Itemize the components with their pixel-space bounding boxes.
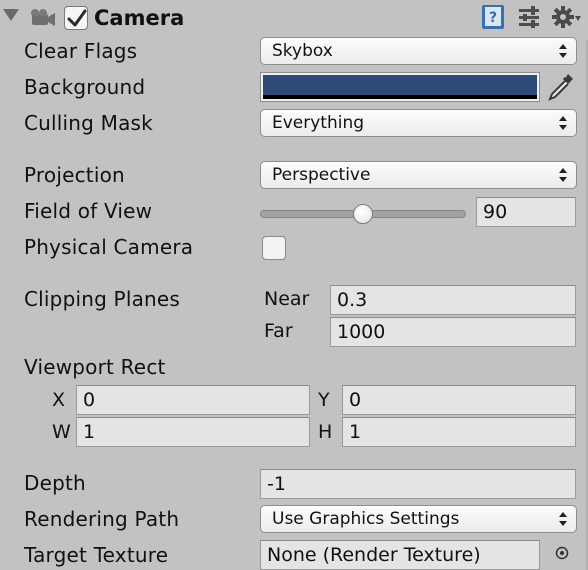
eyedropper-icon[interactable]: [546, 71, 576, 103]
viewport-y-value: 0: [349, 389, 362, 411]
viewport-h-label: H: [318, 421, 333, 443]
dropdown-arrows-icon: [559, 168, 567, 182]
field-of-view-input[interactable]: 90: [476, 197, 576, 227]
depth-value: -1: [267, 473, 286, 495]
far-clip-input[interactable]: 1000: [330, 317, 576, 347]
foldout-arrow-icon[interactable]: [3, 9, 19, 21]
viewport-x-input[interactable]: 0: [76, 385, 310, 415]
gear-icon[interactable]: [551, 3, 581, 31]
culling-mask-dropdown[interactable]: Everything: [260, 109, 577, 137]
dropdown-arrows-icon: [559, 512, 567, 526]
depth-input[interactable]: -1: [260, 469, 576, 499]
physical-camera-label: Physical Camera: [24, 235, 194, 259]
far-label: Far: [264, 320, 293, 342]
svg-text:?: ?: [489, 10, 497, 26]
projection-dropdown[interactable]: Perspective: [260, 161, 577, 189]
dropdown-arrows-icon: [559, 116, 567, 130]
target-texture-value: None (Render Texture): [267, 544, 481, 566]
viewport-h-value: 1: [349, 421, 362, 443]
component-enabled-checkbox[interactable]: [64, 6, 88, 30]
far-clip-value: 1000: [337, 321, 386, 343]
target-texture-label: Target Texture: [24, 543, 169, 567]
dropdown-arrows-icon: [559, 44, 567, 58]
near-clip-input[interactable]: 0.3: [330, 285, 576, 315]
viewport-y-input[interactable]: 0: [342, 385, 576, 415]
component-title: Camera: [94, 6, 185, 30]
background-label: Background: [24, 75, 146, 99]
camera-icon: [31, 9, 55, 26]
viewport-x-label: X: [52, 389, 66, 411]
presets-icon[interactable]: [517, 6, 541, 28]
checkmark-icon: [67, 9, 87, 27]
rendering-path-dropdown[interactable]: Use Graphics Settings: [260, 505, 577, 533]
field-of-view-value: 90: [483, 201, 508, 223]
viewport-y-label: Y: [318, 389, 330, 411]
help-book-icon[interactable]: ?: [480, 4, 506, 30]
projection-value: Perspective: [272, 165, 371, 185]
projection-label: Projection: [24, 163, 125, 187]
viewport-x-value: 0: [83, 389, 96, 411]
viewport-h-input[interactable]: 1: [342, 417, 576, 447]
culling-mask-label: Culling Mask: [24, 111, 153, 135]
target-texture-object-field[interactable]: None (Render Texture): [260, 540, 540, 570]
clear-flags-label: Clear Flags: [24, 39, 138, 63]
object-picker-icon[interactable]: [555, 546, 569, 560]
rendering-path-value: Use Graphics Settings: [272, 509, 460, 529]
viewport-w-label: W: [52, 421, 71, 443]
culling-mask-value: Everything: [272, 113, 365, 133]
field-of-view-label: Field of View: [24, 199, 153, 223]
background-color-field[interactable]: [260, 72, 540, 102]
clipping-planes-label: Clipping Planes: [24, 287, 181, 311]
field-of-view-slider-thumb[interactable]: [353, 204, 373, 224]
background-color-swatch: [263, 75, 537, 95]
viewport-w-input[interactable]: 1: [76, 417, 310, 447]
depth-label: Depth: [24, 471, 86, 495]
clear-flags-value: Skybox: [272, 41, 333, 61]
near-label: Near: [264, 288, 310, 310]
rendering-path-label: Rendering Path: [24, 507, 180, 531]
physical-camera-checkbox[interactable]: [262, 236, 286, 260]
viewport-w-value: 1: [83, 421, 96, 443]
near-clip-value: 0.3: [337, 289, 368, 311]
clear-flags-dropdown[interactable]: Skybox: [260, 37, 577, 65]
viewport-rect-label: Viewport Rect: [24, 355, 166, 379]
color-alpha-bar: [263, 95, 537, 99]
